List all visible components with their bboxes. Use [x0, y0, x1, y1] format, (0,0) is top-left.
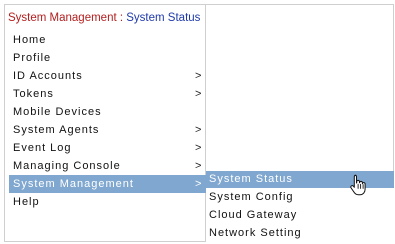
- menu-item-label: System Agents: [13, 124, 100, 136]
- submenu-item-cloud-gateway[interactable]: Cloud Gateway: [206, 206, 394, 224]
- menu-item-managing-console[interactable]: Managing Console >: [9, 157, 206, 175]
- submenu-item-label: System Config: [209, 191, 294, 203]
- menu-item-label: ID Accounts: [13, 70, 83, 82]
- menu-item-event-log[interactable]: Event Log >: [9, 139, 206, 157]
- breadcrumb-page: System Status: [126, 12, 201, 24]
- submenu-item-label: Network Setting: [209, 227, 302, 239]
- breadcrumb: System Management : System Status: [8, 12, 200, 24]
- menu-item-system-agents[interactable]: System Agents >: [9, 121, 206, 139]
- submenu-item-label: System Status: [209, 173, 293, 185]
- menu-item-tokens[interactable]: Tokens >: [9, 85, 206, 103]
- menu-item-label: Mobile Devices: [13, 106, 102, 118]
- menu-item-label: Home: [13, 34, 47, 46]
- menu-item-profile[interactable]: Profile: [9, 49, 206, 67]
- menu-item-label: Tokens: [13, 88, 54, 100]
- menu-item-label: System Management: [13, 178, 134, 190]
- menu-item-home[interactable]: Home: [9, 31, 206, 49]
- menu-item-label: Event Log: [13, 142, 72, 154]
- submenu-item-network-setting[interactable]: Network Setting: [206, 224, 394, 242]
- menu-item-label: Profile: [13, 52, 52, 64]
- menu-item-id-accounts[interactable]: ID Accounts >: [9, 67, 206, 85]
- submenu-item-label: Cloud Gateway: [209, 209, 298, 221]
- menu-item-mobile-devices[interactable]: Mobile Devices: [9, 103, 206, 121]
- chevron-right-icon: >: [195, 178, 202, 190]
- menu-item-system-management[interactable]: System Management >: [9, 175, 206, 193]
- main-menu: Home Profile ID Accounts > Tokens > Mobile…: [9, 31, 206, 211]
- chevron-right-icon: >: [195, 70, 202, 82]
- chevron-right-icon: >: [195, 142, 202, 154]
- chevron-right-icon: >: [195, 88, 202, 100]
- breadcrumb-separator: :: [116, 12, 127, 24]
- menu-item-label: Help: [13, 196, 40, 208]
- chevron-right-icon: >: [195, 124, 202, 136]
- hand-pointer-icon: [350, 174, 366, 196]
- menu-item-help[interactable]: Help: [9, 193, 206, 211]
- breadcrumb-section[interactable]: System Management: [8, 12, 117, 24]
- chevron-right-icon: >: [195, 160, 202, 172]
- menu-item-label: Managing Console: [13, 160, 121, 172]
